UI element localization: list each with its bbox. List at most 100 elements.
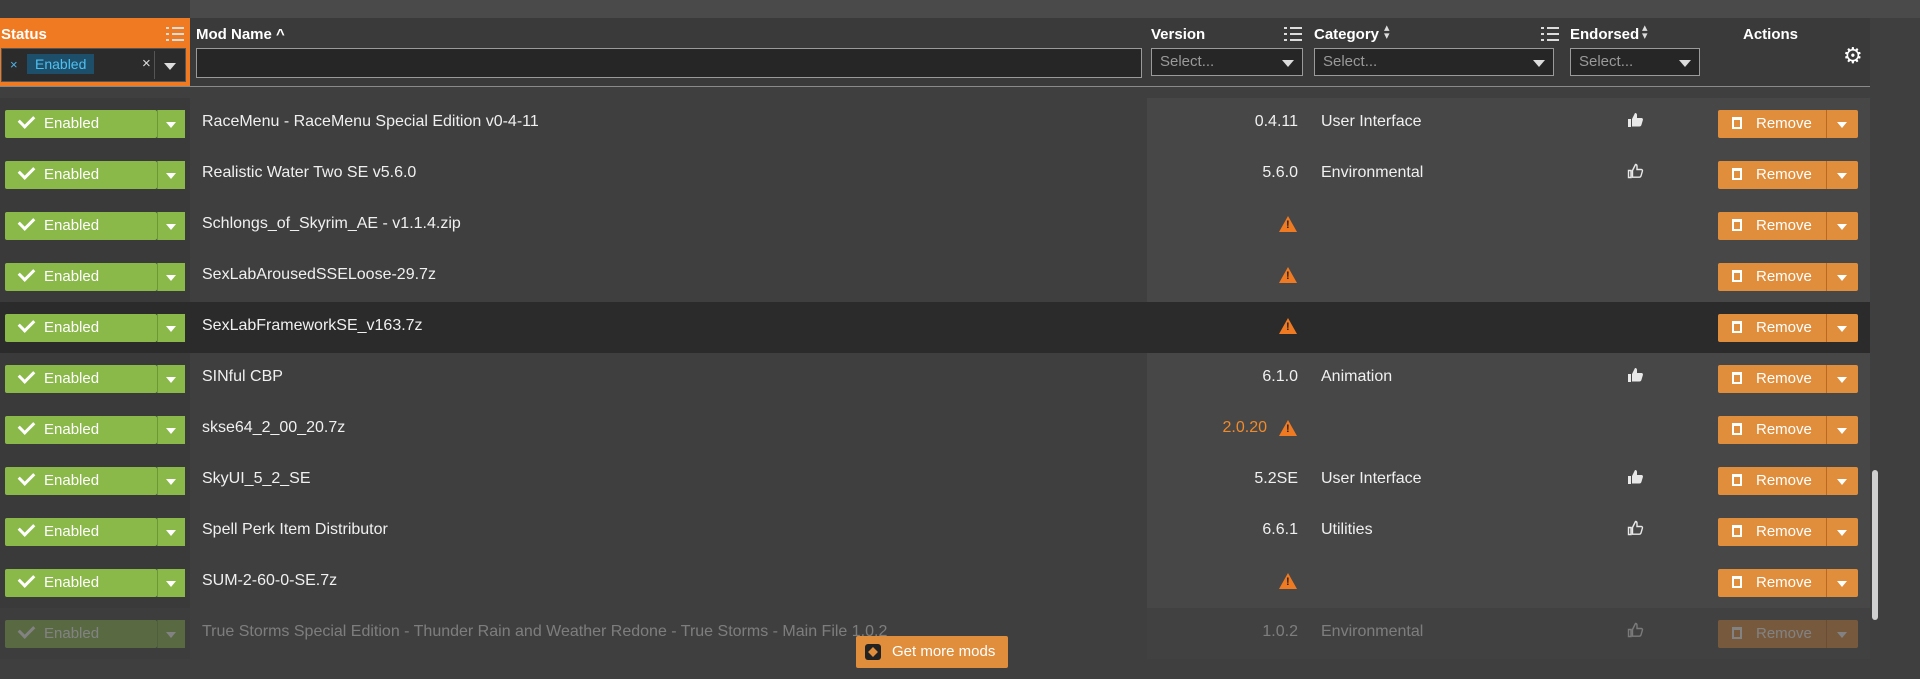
get-more-mods-button[interactable]: Get more mods (856, 636, 1008, 668)
warning-icon[interactable] (1279, 267, 1297, 283)
category-sort-icon[interactable]: ▴ ▾ (1384, 23, 1390, 42)
enabled-toggle-button[interactable]: Enabled (5, 161, 185, 189)
table-row[interactable]: Enabled SexLabArousedSSELoose-29.7z Remove (0, 251, 1870, 302)
status-dropdown-button[interactable] (157, 518, 185, 546)
table-row[interactable]: Enabled Realistic Water Two SE v5.6.0 5.6.… (0, 149, 1870, 200)
status-filter-select[interactable]: × Enabled × (1, 48, 186, 82)
remove-button[interactable]: Remove (1718, 569, 1858, 597)
category-header-label[interactable]: Category (1314, 26, 1379, 43)
mod-name: Realistic Water Two SE v5.6.0 (202, 164, 417, 181)
warning-icon[interactable] (1279, 420, 1297, 436)
thumbs-up-filled-icon[interactable] (1626, 468, 1644, 486)
endorsed-header-label[interactable]: Endorsed (1570, 26, 1639, 43)
table-row[interactable]: Enabled RaceMenu - RaceMenu Special Editi… (0, 98, 1870, 149)
enabled-toggle-button[interactable]: Enabled (5, 467, 185, 495)
remove-button[interactable]: Remove (1718, 518, 1858, 546)
endorsed-sort-icon[interactable]: ▴ ▾ (1642, 23, 1648, 42)
enabled-toggle-button[interactable]: Enabled (5, 569, 185, 597)
mod-category: User Interface (1321, 470, 1422, 487)
table-row[interactable]: Enabled SUM-2-60-0-SE.7z Remove (0, 557, 1870, 608)
check-icon (17, 162, 36, 180)
thumbs-up-outline-icon[interactable] (1626, 519, 1644, 537)
status-dropdown-button[interactable] (157, 212, 185, 240)
status-dropdown-button[interactable] (157, 620, 185, 648)
status-header-label[interactable]: Status (1, 26, 47, 43)
chevron-down-icon (1837, 275, 1847, 281)
status-dropdown-button[interactable] (157, 110, 185, 138)
remove-dropdown-button[interactable] (1826, 467, 1858, 495)
check-icon (17, 519, 36, 537)
enabled-toggle-button[interactable]: Enabled (5, 416, 185, 444)
category-column-menu-icon[interactable] (1541, 26, 1559, 42)
table-row[interactable]: Enabled SINful CBP 6.1.0 Animation Remove (0, 353, 1870, 404)
trash-icon (1732, 525, 1742, 537)
status-dropdown-button[interactable] (157, 569, 185, 597)
mod-category: Environmental (1321, 623, 1424, 640)
status-dropdown-button[interactable] (157, 467, 185, 495)
status-tag-remove[interactable]: × (10, 57, 18, 72)
chevron-down-icon (166, 326, 176, 332)
status-column-menu-icon[interactable] (166, 26, 184, 42)
thumbs-up-outline-icon[interactable] (1626, 621, 1644, 639)
mod-name-filter-input[interactable] (196, 48, 1142, 78)
remove-button[interactable]: Remove (1718, 467, 1858, 495)
thumbs-up-outline-icon[interactable] (1626, 162, 1644, 180)
version-column-menu-icon[interactable] (1284, 26, 1302, 42)
warning-icon[interactable] (1279, 216, 1297, 232)
endorsed-filter-select[interactable]: Select... (1570, 48, 1700, 76)
remove-dropdown-button[interactable] (1826, 569, 1858, 597)
status-filter-separator (154, 51, 155, 79)
status-dropdown-button[interactable] (157, 314, 185, 342)
thumbs-up-filled-icon[interactable] (1626, 111, 1644, 129)
vertical-scrollbar[interactable] (1872, 470, 1878, 620)
category-filter-placeholder: Select... (1323, 53, 1378, 70)
chevron-down-icon[interactable] (164, 63, 176, 70)
enabled-toggle-button[interactable]: Enabled (5, 314, 185, 342)
remove-dropdown-button[interactable] (1826, 416, 1858, 444)
remove-dropdown-button[interactable] (1826, 314, 1858, 342)
enabled-toggle-button[interactable]: Enabled (5, 365, 185, 393)
enabled-toggle-button[interactable]: Enabled (5, 620, 185, 648)
remove-button[interactable]: Remove (1718, 416, 1858, 444)
table-row[interactable]: Enabled SkyUI_5_2_SE 5.2SE User Interface Re… (0, 455, 1870, 506)
status-dropdown-button[interactable] (157, 365, 185, 393)
version-header-label[interactable]: Version (1151, 26, 1205, 43)
remove-button[interactable]: Remove (1718, 161, 1858, 189)
warning-icon[interactable] (1279, 318, 1297, 334)
remove-dropdown-button[interactable] (1826, 212, 1858, 240)
mod-name-header-label[interactable]: Mod Name ^ (196, 26, 285, 43)
warning-icon[interactable] (1279, 573, 1297, 589)
remove-button[interactable]: Remove (1718, 212, 1858, 240)
enabled-toggle-button[interactable]: Enabled (5, 518, 185, 546)
status-column-header[interactable]: Status × Enabled × (0, 18, 190, 86)
chevron-down-icon (1837, 122, 1847, 128)
category-filter-select[interactable]: Select... (1314, 48, 1554, 76)
status-dropdown-button[interactable] (157, 161, 185, 189)
table-row[interactable]: Enabled Schlongs_of_Skyrim_AE - v1.1.4.zi… (0, 200, 1870, 251)
remove-button[interactable]: Remove (1718, 314, 1858, 342)
status-dropdown-button[interactable] (157, 263, 185, 291)
enabled-toggle-button[interactable]: Enabled (5, 110, 185, 138)
status-filter-clear[interactable]: × (142, 55, 151, 72)
enabled-toggle-button[interactable]: Enabled (5, 263, 185, 291)
remove-dropdown-button[interactable] (1826, 263, 1858, 291)
remove-button[interactable]: Remove (1718, 263, 1858, 291)
remove-button[interactable]: Remove (1718, 365, 1858, 393)
remove-dropdown-button[interactable] (1826, 365, 1858, 393)
table-row[interactable]: Enabled SexLabFrameworkSE_v163.7z Remove (0, 302, 1870, 353)
remove-button[interactable]: Remove (1718, 110, 1858, 138)
remove-dropdown-button[interactable] (1826, 161, 1858, 189)
remove-button[interactable]: Remove (1718, 620, 1858, 648)
status-label: Enabled (44, 166, 100, 183)
mod-name: RaceMenu - RaceMenu Special Edition v0-4… (202, 113, 539, 130)
remove-dropdown-button[interactable] (1826, 110, 1858, 138)
gear-icon[interactable]: ⚙ (1843, 43, 1863, 69)
table-row[interactable]: Enabled skse64_2_00_20.7z 2.0.20 Remove (0, 404, 1870, 455)
version-filter-select[interactable]: Select... (1151, 48, 1303, 76)
remove-dropdown-button[interactable] (1826, 518, 1858, 546)
enabled-toggle-button[interactable]: Enabled (5, 212, 185, 240)
status-dropdown-button[interactable] (157, 416, 185, 444)
thumbs-up-filled-icon[interactable] (1626, 366, 1644, 384)
remove-dropdown-button[interactable] (1826, 620, 1858, 648)
table-row[interactable]: Enabled Spell Perk Item Distributor 6.6.1 U… (0, 506, 1870, 557)
